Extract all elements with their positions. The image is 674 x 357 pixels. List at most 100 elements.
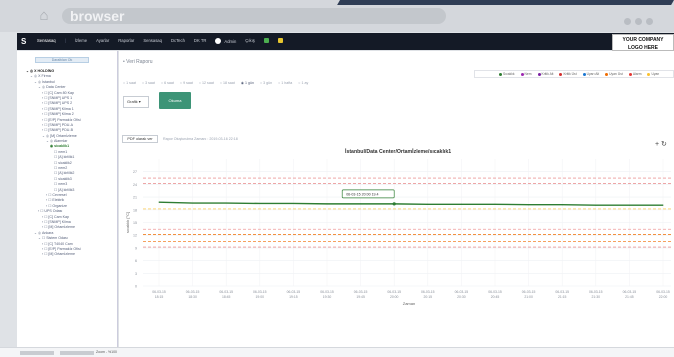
tooltip-text: 06-03-15 20:00 19.4: [346, 192, 378, 196]
nav-item-sensasaq[interactable]: Sensasaq: [143, 38, 162, 44]
device-tree-sidebar: Daraltılan Ok ⌄ ◎ X HOLDİNG ⌄ ◎ X Firma ⌄ …: [17, 51, 118, 347]
x-tick-label: 06-03-15: [320, 290, 334, 294]
x-tick-label: 06-03-15: [152, 290, 166, 294]
data-point: [292, 202, 294, 204]
x-tick-label: 21:30: [592, 295, 601, 299]
data-point: [259, 202, 261, 204]
x-tick-label: 18:15: [155, 295, 164, 299]
status-box: [60, 351, 94, 355]
data-point: [158, 201, 160, 203]
logo-line2: LOGO HERE: [627, 45, 658, 51]
address-bar[interactable]: browser: [62, 8, 446, 24]
x-tick-label: 21:00: [524, 295, 533, 299]
nav-menu: Sensasaq | İzleme Ayarlar Raporlar Sensa…: [37, 38, 283, 44]
user-name: Admin: [224, 38, 237, 44]
logo-line1: YOUR COMPANY: [622, 37, 664, 43]
x-tick-label: 06-03-15: [186, 290, 200, 294]
x-tick-label: 20:45: [491, 295, 500, 299]
x-tick-label: 20:00: [390, 295, 399, 299]
report-panel: • Veri Raporu Sıcaklık Nem Kritik Alt Kriti…: [119, 51, 674, 347]
y-tick-label: 12: [133, 234, 137, 238]
y-tick-label: 24: [133, 183, 137, 187]
device-tree: ⌄ ◎ X HOLDİNG ⌄ ◎ X Firma ⌄ ◎ İstanbul ⌄ ◎ …: [17, 69, 117, 258]
x-tick-label: 19:30: [323, 295, 332, 299]
nav-item-reports[interactable]: Raporlar: [118, 38, 134, 44]
data-point: [595, 204, 597, 206]
decorative-stripe: [337, 0, 674, 5]
logout-link[interactable]: Çıkış: [245, 38, 255, 44]
x-tick-label: 18:30: [188, 295, 197, 299]
y-tick-label: 21: [133, 196, 137, 200]
x-tick-label: 06-03-15: [589, 290, 603, 294]
nav-item-brand[interactable]: Sensasaq: [37, 38, 56, 44]
window-dot-icon[interactable]: [646, 18, 653, 25]
data-point: [494, 203, 496, 205]
nav-item-monitoring[interactable]: İzleme: [75, 38, 87, 44]
x-tick-label: 18:45: [222, 295, 231, 299]
zoom-status: Zoom - %100: [96, 350, 118, 354]
y-tick-label: 6: [135, 259, 137, 263]
data-point: [561, 204, 563, 206]
nav-separator: |: [64, 38, 66, 43]
data-point: [225, 202, 227, 204]
status-bar: Zoom - %100: [0, 347, 674, 357]
y-tick-label: 27: [133, 170, 137, 174]
status-box: [20, 351, 54, 355]
tree-node[interactable]: › ☐ [M] Ortamİzleme: [17, 252, 117, 257]
x-tick-label: 06-03-15: [623, 290, 637, 294]
nav-item-settings[interactable]: Ayarlar: [96, 38, 109, 44]
nav-item-language[interactable]: DK TR: [194, 38, 207, 44]
y-tick-label: 9: [135, 246, 137, 250]
brand-logo-icon[interactable]: S: [21, 37, 26, 46]
screen: ⌂ browser S Sensasaq | İzleme Ayarlar Ra…: [0, 0, 674, 357]
y-tick-label: 3: [135, 272, 137, 276]
temperature-chart: 036912151821242706-03-1518:1506-03-1518:…: [125, 159, 671, 306]
company-logo: YOUR COMPANY LOGO HERE: [612, 34, 674, 51]
data-point: [460, 203, 462, 205]
x-tick-label: 19:45: [356, 295, 365, 299]
y-tick-label: 18: [133, 208, 137, 212]
x-tick-label: 06-03-15: [219, 290, 233, 294]
x-tick-label: 06-03-15: [253, 290, 267, 294]
x-tick-label: 21:15: [558, 295, 567, 299]
x-tick-label: 06-03-15: [656, 290, 670, 294]
x-tick-label: 06-03-15: [522, 290, 536, 294]
series-line: [158, 201, 663, 206]
x-tick-label: 22:00: [659, 295, 668, 299]
x-tick-label: 20:30: [457, 295, 466, 299]
nav-item-dctech[interactable]: DcTech: [171, 38, 185, 44]
x-tick-label: 06-03-15: [287, 290, 301, 294]
user-menu[interactable]: Admin: [215, 38, 236, 44]
x-tick-label: 06-03-15: [421, 290, 435, 294]
data-point: [326, 203, 328, 205]
data-point: [528, 204, 530, 206]
home-icon[interactable]: ⌂: [36, 8, 52, 24]
status-ok-icon[interactable]: [263, 38, 269, 44]
x-tick-label: 06-03-15: [455, 290, 469, 294]
x-tick-label: 19:00: [256, 295, 265, 299]
address-text: browser: [70, 8, 125, 24]
window-dot-icon[interactable]: [635, 18, 642, 25]
x-tick-label: 19:15: [289, 295, 298, 299]
tree-collapse-button[interactable]: Daraltılan Ok: [35, 57, 89, 63]
x-tick-label: 06-03-15: [387, 290, 401, 294]
app-navbar: S Sensasaq | İzleme Ayarlar Raporlar Sen…: [17, 33, 674, 50]
x-tick-label: 21:45: [625, 295, 634, 299]
data-point: [192, 202, 194, 204]
y-tick-label: 0: [135, 285, 137, 289]
y-axis-label: sıcaklık [°C]: [125, 212, 130, 233]
user-avatar-icon: [215, 38, 222, 44]
hover-point: [392, 202, 396, 206]
y-tick-label: 15: [133, 221, 137, 225]
x-axis-label: Zaman: [403, 301, 415, 306]
data-point: [628, 204, 630, 206]
x-tick-label: 06-03-15: [555, 290, 569, 294]
data-point: [662, 204, 664, 206]
x-tick-label: 06-03-15: [354, 290, 368, 294]
x-tick-label: 06-03-15: [488, 290, 502, 294]
window-controls: [624, 12, 657, 30]
data-point: [360, 203, 362, 205]
status-warning-icon[interactable]: [277, 38, 283, 44]
data-point: [427, 203, 429, 205]
window-dot-icon[interactable]: [624, 18, 631, 25]
